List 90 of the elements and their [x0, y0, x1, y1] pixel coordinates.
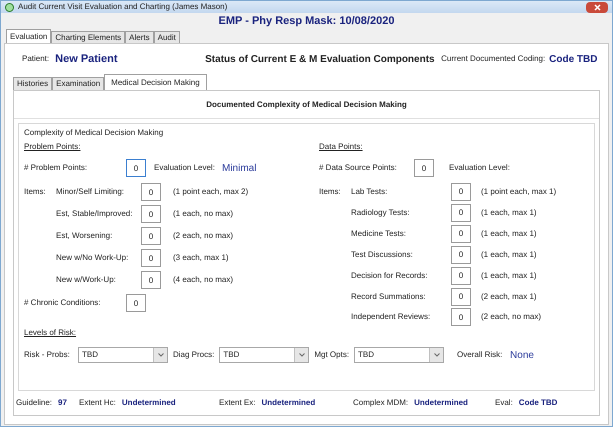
close-icon [594, 4, 600, 10]
item-note: (3 each, max 1) [173, 252, 229, 264]
item-note: (2 each, no max) [173, 230, 234, 242]
patient-name: New Patient [55, 52, 118, 67]
status-value: Undetermined [414, 397, 468, 409]
item-label: Test Discussions: [351, 248, 414, 260]
number-field[interactable]: 0 [141, 227, 161, 245]
status-label: Extent Hc: [79, 397, 116, 409]
window-title: Audit Current Visit Evaluation and Charting (James Mason) [18, 1, 228, 13]
item-note: (2 each, no max) [481, 311, 542, 323]
item-label: Minor/Self Limiting: [56, 186, 126, 198]
evaluation-level-label: Evaluation Level: [154, 162, 216, 174]
subtab[interactable]: Examination [52, 77, 104, 90]
tab[interactable]: Evaluation [6, 29, 52, 43]
dropdown[interactable]: TBD [78, 347, 168, 363]
dropdown[interactable]: TBD [354, 347, 444, 363]
section-title: Documented Complexity of Medical Decision Making [206, 98, 407, 110]
subtab[interactable]: Histories [13, 77, 52, 90]
item-label: Medicine Tests: [351, 228, 407, 240]
item-note: (1 point each, max 1) [481, 186, 556, 198]
data-points-label: # Data Source Points: [319, 162, 398, 174]
item-label: Independent Reviews: [351, 311, 432, 323]
tab[interactable]: Alerts [125, 31, 154, 43]
item-label: Est, Stable/Improved: [56, 208, 134, 220]
status-value: 97 [58, 397, 67, 409]
number-field[interactable]: 0 [451, 288, 471, 306]
number-field[interactable]: 0 [126, 159, 146, 177]
select-label: Mgt Opts: [314, 349, 350, 361]
number-field[interactable]: 0 [141, 271, 161, 289]
item-label: Lab Tests: [351, 186, 388, 198]
items-label: Items: [24, 187, 46, 196]
item-note: (1 each, max 1) [481, 248, 537, 260]
number-field[interactable]: 0 [451, 182, 471, 200]
item-note: (1 point each, max 2) [173, 186, 248, 198]
item-note: (4 each, no max) [173, 274, 234, 286]
item-note: (1 each, no max) [173, 208, 234, 220]
header-title: EMP - Phy Resp Mask: 10/08/2020 [218, 14, 394, 29]
status-title: Status of Current E & M Evaluation Components [205, 52, 436, 66]
select-label: Risk - Probs: [24, 349, 71, 361]
item-note: (1 each, max 1) [481, 228, 537, 240]
dropdown[interactable]: TBD [219, 347, 310, 363]
app-icon [5, 2, 14, 12]
item-note: (1 each, max 1) [481, 206, 537, 218]
status-value: Undetermined [261, 397, 316, 409]
group-title: Complexity of Medical Decision Making [24, 127, 164, 139]
status-label: Guideline: [16, 397, 52, 409]
item-note: (1 each, max 1) [481, 270, 537, 282]
overall-risk-value: None [510, 348, 534, 362]
number-field[interactable]: 0 [451, 204, 471, 222]
evaluation-level-value: Minimal [222, 162, 256, 176]
section-heading: Levels of Risk: [24, 328, 76, 337]
number-field[interactable]: 0 [451, 266, 471, 284]
number-field[interactable]: 0 [451, 308, 471, 326]
items-label: Items: [319, 186, 341, 196]
section-heading: Problem Points: [24, 142, 80, 151]
overall-risk-label: Overall Risk: [457, 349, 504, 361]
coding-value: Code TBD [549, 52, 598, 66]
number-field[interactable]: 0 [141, 205, 161, 223]
problem-points-label: # Problem Points: [24, 162, 88, 174]
close-button[interactable] [586, 2, 608, 12]
chevron-down-icon [158, 353, 164, 357]
tab[interactable]: Audit [154, 31, 180, 43]
status-label: Extent Ex: [219, 397, 256, 409]
number-field[interactable]: 0 [414, 159, 434, 177]
item-label: New w/No Work-Up: [56, 252, 130, 264]
chevron-down-icon [434, 353, 440, 357]
number-field[interactable]: 0 [126, 294, 146, 312]
number-field[interactable]: 0 [451, 246, 471, 264]
patient-label: Patient: [22, 53, 50, 65]
number-field[interactable]: 0 [141, 183, 161, 201]
item-label: Radiology Tests: [351, 206, 411, 218]
evaluation-level-label: Evaluation Level: [449, 162, 510, 174]
number-field[interactable]: 0 [451, 224, 471, 242]
status-value: Code TBD [518, 397, 558, 409]
item-note: (2 each, max 1) [481, 290, 537, 302]
select-label: Diag Procs: [173, 349, 214, 361]
item-label: Record Summations: [351, 290, 427, 302]
coding-label: Current Documented Coding: [441, 53, 546, 65]
item-label: New w/Work-Up: [56, 274, 117, 286]
status-label: Eval: [495, 397, 513, 409]
item-label: Decision for Records: [351, 270, 428, 282]
chevron-down-icon [298, 353, 305, 357]
item-label: Est, Worsening: [56, 230, 114, 242]
section-heading: Data Points: [319, 142, 363, 151]
tab[interactable]: Charting Elements [51, 31, 126, 43]
status-value: Undetermined [122, 397, 176, 409]
status-label: Complex MDM: [353, 397, 408, 409]
number-field[interactable]: 0 [141, 249, 161, 267]
subtab[interactable]: Medical Decision Making [104, 74, 207, 90]
chronic-conditions-label: # Chronic Conditions: [24, 297, 102, 309]
